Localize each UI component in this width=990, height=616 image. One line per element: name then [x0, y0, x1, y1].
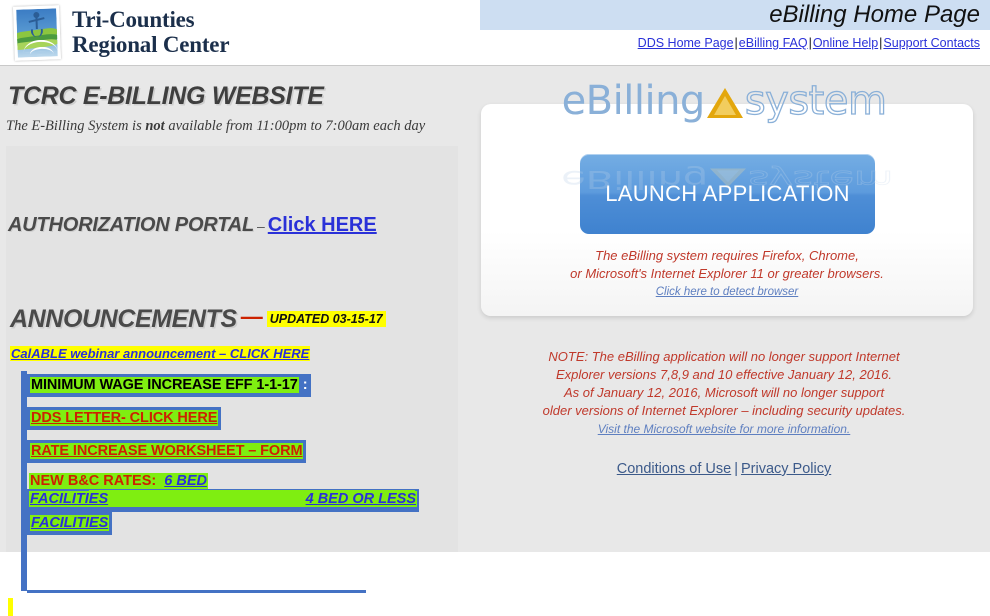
note-line-3: As of January 12, 2016, Microsoft will n…: [563, 384, 885, 400]
six-bed-link[interactable]: 6 BED: [164, 473, 207, 489]
header-nav-links: DDS Home Page|eBilling FAQ|Online Help|S…: [480, 30, 990, 50]
list-item: DDS LETTER- CLICK HERE: [27, 407, 419, 430]
dds-home-page-link[interactable]: DDS Home Page: [638, 36, 734, 50]
list-item: RATE INCREASE WORKSHEET – FORM: [27, 440, 419, 463]
dds-letter-box: DDS LETTER- CLICK HERE: [27, 407, 222, 430]
announcements-title: ANNOUNCEMENTS: [10, 305, 237, 333]
bc-rates-block: NEW B&C RATES: 6 BED FACILITIES 4 BED OR…: [27, 473, 419, 535]
left-content-panel: AUTHORIZATION PORTAL – Click HERE ANNOUNCE…: [6, 146, 458, 616]
calable-webinar-link[interactable]: CalABLE webinar announcement – CLICK HER…: [10, 346, 311, 361]
organization-name: Tri-Counties Regional Center: [72, 7, 230, 58]
announcements-updated-badge: UPDATED 03-15-17: [266, 311, 386, 327]
ie-support-note: NOTE: The eBilling application will no l…: [458, 348, 990, 438]
announcement-list: MINIMUM WAGE INCREASE EFF 1-1-17: DDS LE…: [27, 374, 419, 535]
detect-browser-link[interactable]: Click here to detect browser: [656, 286, 799, 298]
site-title: TCRC E-BILLING WEBSITE: [8, 82, 324, 110]
bc-rates-line-1: NEW B&C RATES: 6 BED: [29, 473, 208, 489]
minimum-wage-box: MINIMUM WAGE INCREASE EFF 1-1-17:: [27, 374, 311, 397]
ebilling-faq-link[interactable]: eBilling FAQ: [739, 36, 808, 50]
availability-notice: The E-Billing System is not available fr…: [6, 118, 425, 135]
availability-post: available from 11:00pm to 7:00am each da…: [164, 118, 426, 134]
bc-rates-label: NEW B&C RATES:: [30, 473, 157, 489]
logo-line-2: Regional Center: [72, 32, 230, 57]
list-item: MINIMUM WAGE INCREASE EFF 1-1-17:: [27, 374, 419, 397]
browser-note-line-1: The eBilling system requires Firefox, Ch…: [595, 248, 859, 263]
facilities-link-1[interactable]: FACILITIES: [29, 491, 110, 507]
tcrc-landscape-logo-icon: [13, 5, 61, 61]
authorization-portal-row: AUTHORIZATION PORTAL – Click HERE: [8, 214, 377, 237]
browser-requirement-note: The eBilling system requires Firefox, Ch…: [481, 247, 973, 301]
yellow-marker: [8, 598, 13, 616]
rate-increase-worksheet-link[interactable]: RATE INCREASE WORKSHEET – FORM: [30, 443, 304, 459]
announcements-header: ANNOUNCEMENTS — UPDATED 03-15-17: [10, 304, 386, 334]
left-column: TCRC E-BILLING WEBSITE The E-Billing Sys…: [0, 66, 458, 616]
conditions-of-use-link[interactable]: Conditions of Use: [617, 461, 731, 477]
logo-line-1: Tri-Counties: [72, 7, 195, 33]
authorization-portal-label: AUTHORIZATION PORTAL: [8, 214, 254, 236]
note-line-2: Explorer versions 7,8,9 and 10 effective…: [555, 366, 893, 382]
four-bed-or-less-link[interactable]: 4 BED OR LESS: [304, 491, 417, 507]
minimum-wage-link[interactable]: MINIMUM WAGE INCREASE EFF 1-1-17: [30, 377, 299, 393]
authorization-portal-link[interactable]: Click HERE: [268, 214, 377, 236]
bc-rates-line-2: FACILITIES 4 BED OR LESS: [27, 490, 419, 508]
online-help-link[interactable]: Online Help: [813, 36, 878, 50]
right-column: eBillingsystem LAUNCH APPLICATION The eB…: [458, 66, 990, 552]
availability-pre: The E-Billing System is: [6, 118, 146, 134]
support-contacts-link[interactable]: Support Contacts: [883, 36, 980, 50]
footer-links: Conditions of Use | Privacy Policy: [458, 461, 990, 477]
bc-rates-line-3: FACILITIES: [27, 512, 113, 535]
note-line-1: NOTE: The eBilling application will no l…: [548, 349, 900, 364]
privacy-policy-link[interactable]: Privacy Policy: [741, 461, 831, 477]
note-line-4: older versions of Internet Explorer – in…: [542, 402, 906, 418]
site-header: Tri-Counties Regional Center eBilling Ho…: [0, 0, 990, 66]
launch-card: eBillingsystem LAUNCH APPLICATION The eB…: [481, 104, 973, 316]
logo-block[interactable]: Tri-Counties Regional Center: [13, 5, 230, 61]
rate-increase-worksheet-box: RATE INCREASE WORKSHEET – FORM: [27, 440, 307, 463]
launch-application-button[interactable]: LAUNCH APPLICATION: [580, 154, 875, 234]
dds-letter-link[interactable]: DDS LETTER- CLICK HERE: [30, 410, 219, 426]
availability-bold: not: [145, 118, 165, 134]
authorization-portal-dash: –: [256, 218, 265, 234]
announcement-list-rail-bottom: [27, 590, 366, 593]
announcements-dash: —: [240, 304, 263, 329]
minimum-wage-colon: :: [302, 377, 308, 393]
footer-separator: |: [734, 461, 738, 477]
microsoft-info-link[interactable]: Visit the Microsoft website for more inf…: [598, 422, 851, 436]
facilities-link-2[interactable]: FACILITIES: [30, 515, 110, 531]
page-title: eBilling Home Page: [769, 1, 980, 28]
page-body: TCRC E-BILLING WEBSITE The E-Billing Sys…: [0, 66, 990, 616]
banner-title-bar: eBilling Home Page: [480, 0, 990, 30]
browser-note-line-2: or Microsoft's Internet Explorer 11 or g…: [570, 265, 884, 281]
header-right: eBilling Home Page DDS Home Page|eBillin…: [480, 0, 990, 50]
